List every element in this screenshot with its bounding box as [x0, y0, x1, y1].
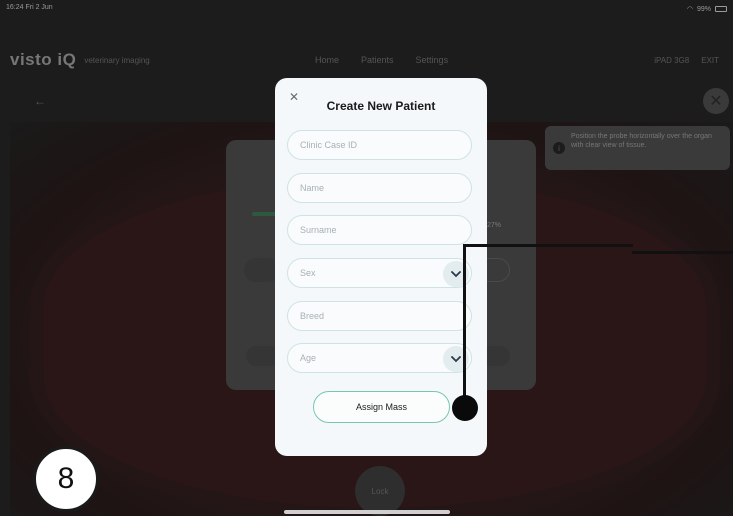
callout-line-horizontal [463, 244, 633, 247]
clinic-case-id-input[interactable] [300, 140, 459, 150]
lock-label: Lock [371, 486, 389, 496]
age-select-value: Age [300, 353, 317, 363]
step-number: 8 [57, 462, 75, 495]
app-header: visto iQ veterinary imaging Home Patient… [10, 40, 733, 80]
step-number-badge: 8 [33, 446, 99, 512]
nav-item-settings[interactable]: Settings [416, 55, 449, 65]
name-field[interactable] [287, 173, 472, 203]
clinic-case-id-field[interactable] [287, 130, 472, 160]
device-screen: 16:24 Fri 2 Jun ◠ 99% visto iQ veterinar… [0, 0, 733, 516]
info-icon: i [553, 142, 565, 154]
nav-item-patients[interactable]: Patients [361, 55, 394, 65]
wifi-icon: ◠ [686, 6, 693, 13]
back-arrow-icon[interactable]: ← [34, 94, 46, 108]
background-progress-label: 27% [487, 222, 502, 229]
instruction-text: Position the probe horizontally over the… [571, 133, 712, 149]
home-indicator [284, 510, 450, 514]
age-select[interactable]: Age [287, 343, 472, 373]
modal-title: Create New Patient [326, 99, 436, 113]
callout-line-vertical [463, 244, 466, 410]
device-id: iPAD 3G8 [654, 55, 690, 65]
lock-button[interactable]: Lock [355, 466, 405, 516]
header-right: iPAD 3G8 EXIT [654, 56, 719, 65]
instruction-box: i Position the probe horizontally over t… [545, 126, 730, 170]
name-input[interactable] [300, 183, 459, 193]
main-nav: Home Patients Settings [315, 55, 448, 65]
battery-icon [715, 6, 727, 12]
breed-input[interactable] [300, 311, 459, 321]
status-time: 16:24 Fri 2 Jun [6, 4, 53, 11]
status-bar: 16:24 Fri 2 Jun ◠ 99% [0, 0, 733, 18]
breed-field[interactable] [287, 301, 472, 331]
app-logo-subtitle: veterinary imaging [84, 55, 150, 65]
callout-line-extension [632, 251, 733, 254]
nav-item-home[interactable]: Home [315, 55, 339, 65]
sex-select[interactable]: Sex [287, 258, 472, 288]
close-scan-icon[interactable]: ✕ [703, 88, 729, 114]
surname-input[interactable] [300, 225, 459, 235]
callout-dot [452, 395, 478, 421]
exit-link[interactable]: EXIT [701, 56, 719, 65]
app-logo: visto iQ [10, 50, 77, 69]
assign-mass-button[interactable]: Assign Mass [313, 391, 450, 423]
status-right: ◠ 99% [687, 4, 727, 14]
sex-select-value: Sex [300, 268, 316, 278]
background-progress-bar [252, 212, 276, 216]
surname-field[interactable] [287, 215, 472, 245]
battery-percent: 99% [696, 5, 711, 13]
